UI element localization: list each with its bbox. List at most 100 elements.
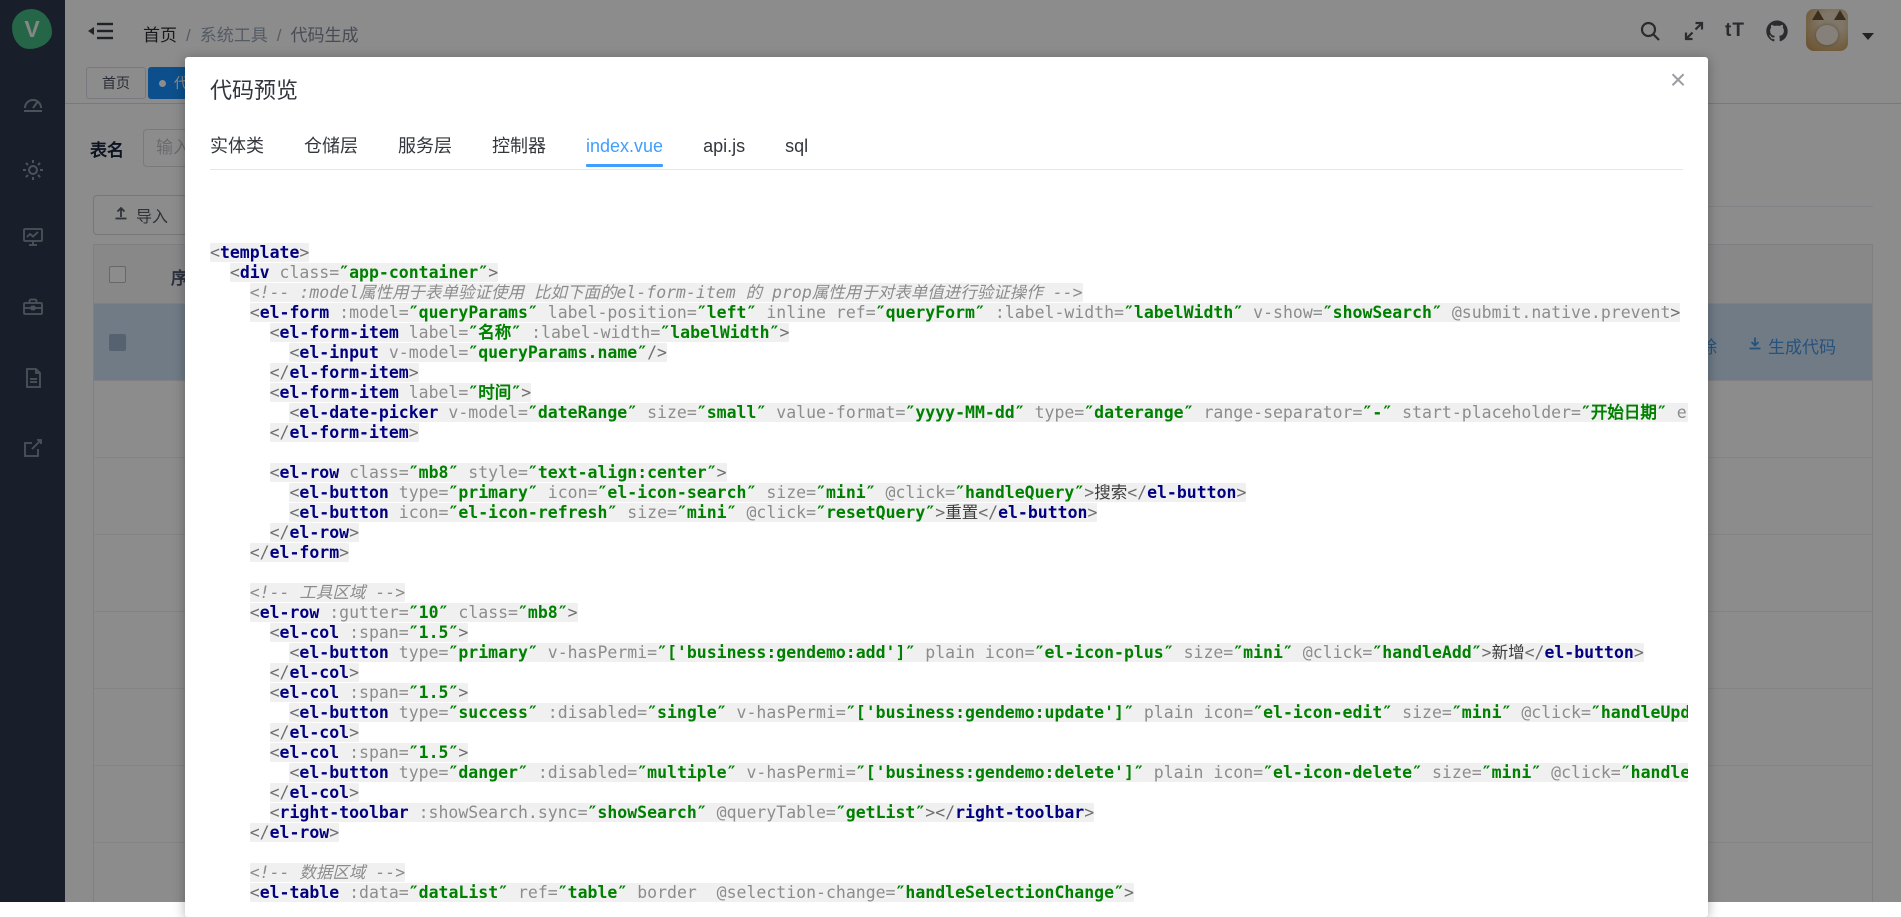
code-line: </el-form> — [210, 543, 1688, 563]
code-token-val: ″getList″ — [836, 803, 925, 822]
code-line: <el-table :data=″dataList″ ref=″table″ b… — [210, 883, 1688, 903]
code-token-attr: :disabled= — [528, 763, 637, 782]
code-token-p: < — [289, 763, 299, 782]
code-token-attr: @click= — [1293, 643, 1372, 662]
code-token-val: ″table″ — [558, 883, 628, 902]
code-token-tag: el-col — [280, 623, 340, 642]
code-token-attr: plain icon= — [1134, 703, 1253, 722]
code-token-p: > — [349, 723, 359, 742]
code-token-tag: right-toolbar — [280, 803, 409, 822]
code-token-attr: size= — [1422, 763, 1482, 782]
code-token-p: > — [409, 363, 419, 382]
code-token-tag: el-row — [280, 463, 340, 482]
code-viewer: <template> <div class=″app-container″> <… — [210, 243, 1688, 911]
code-line: </el-col> — [210, 663, 1688, 683]
code-token-p: > — [299, 243, 309, 262]
tab--[interactable]: 控制器 — [492, 129, 546, 169]
code-line-highlight: <!-- 数据区域 --> — [250, 863, 405, 882]
code-token-val: ″single″ — [647, 703, 726, 722]
code-token-attr: type= — [389, 483, 449, 502]
code-token-attr: label-position= — [538, 303, 697, 322]
code-indent — [210, 303, 250, 322]
code-line-highlight: <el-table :data=″dataList″ ref=″table″ b… — [250, 883, 1134, 902]
code-token-val: ″success″ — [448, 703, 537, 722]
code-token-val: ″small″ — [697, 403, 767, 422]
code-token-p: < — [289, 703, 299, 722]
code-line: <el-input v-model=″queryParams.name″/> — [210, 343, 1688, 363]
code-line: </el-form-item> — [210, 363, 1688, 383]
code-indent — [210, 483, 289, 502]
code-token-p: </ — [270, 363, 290, 382]
tab-index-vue[interactable]: index.vue — [586, 129, 663, 169]
code-token-p: </ — [978, 503, 998, 522]
code-token-p: > — [779, 323, 789, 342]
code-token-txt: 重置 — [945, 503, 978, 522]
code-token-p: > — [409, 423, 419, 442]
code-token-tag: right-toolbar — [955, 803, 1084, 822]
code-token-p: > — [1087, 503, 1097, 522]
code-token-attr: size= — [617, 503, 677, 522]
code-token-p: > — [349, 783, 359, 802]
tab-sql[interactable]: sql — [785, 129, 808, 169]
code-token-p: < — [270, 383, 280, 402]
code-token-p: > — [1084, 803, 1094, 822]
tab-api-js[interactable]: api.js — [703, 129, 745, 169]
code-line-highlight: </el-row> — [270, 523, 359, 542]
code-token-attr: class= — [270, 263, 340, 282]
code-token-p: > — [1482, 643, 1492, 662]
code-line: <el-col :span=″1.5″> — [210, 683, 1688, 703]
code-indent — [210, 603, 250, 622]
code-line-highlight: <el-form-item label=″时间″> — [270, 383, 532, 402]
code-line-highlight: <el-button type=″primary″ v-hasPermi=″['… — [289, 643, 1643, 662]
code-token-p: < — [270, 803, 280, 822]
tab--[interactable]: 仓储层 — [304, 129, 358, 169]
code-token-val: ″app-container″ — [339, 263, 488, 282]
code-line-highlight: <el-button type=″danger″ :disabled=″mult… — [289, 763, 1688, 782]
code-token-attr: border @selection-change= — [627, 883, 895, 902]
code-token-attr: @click= — [737, 503, 816, 522]
code-token-val: ″-″ — [1362, 403, 1392, 422]
code-token-p: </ — [250, 823, 270, 842]
code-token-attr: v-show= — [1243, 303, 1322, 322]
code-token-val: ″queryParams.name″ — [468, 343, 647, 362]
code-indent — [210, 403, 289, 422]
code-token-attr: v-model= — [439, 403, 528, 422]
code-indent — [210, 523, 270, 542]
code-line-highlight: </el-form> — [250, 543, 349, 562]
code-indent — [210, 323, 270, 342]
code-token-p: > — [717, 463, 727, 482]
tab--[interactable]: 服务层 — [398, 129, 452, 169]
code-token-txt: 新增 — [1492, 643, 1525, 662]
code-line: <el-date-picker v-model=″dateRange″ size… — [210, 403, 1688, 423]
code-line: <el-form-item label=″名称″ :label-width=″l… — [210, 323, 1688, 343]
code-token-tag: el-col — [280, 743, 340, 762]
code-token-attr: label= — [399, 323, 469, 342]
close-icon[interactable]: × — [1662, 65, 1694, 97]
code-line — [210, 563, 1688, 583]
code-token-val: ″开始日期″ — [1581, 403, 1667, 422]
code-token-p: </ — [1525, 643, 1545, 662]
code-line: <el-button type=″danger″ :disabled=″mult… — [210, 763, 1688, 783]
code-line-highlight: <el-col :span=″1.5″> — [270, 743, 469, 762]
code-token-attr: @submit.native.prevent — [1442, 303, 1670, 322]
code-token-val: ″mb8″ — [409, 463, 459, 482]
code-token-attr: icon= — [389, 503, 449, 522]
code-token-p: > — [488, 263, 498, 282]
code-line-highlight: </el-form-item> — [270, 363, 419, 382]
code-line-highlight: </el-row> — [250, 823, 339, 842]
code-indent — [210, 663, 270, 682]
code-token-p: < — [289, 403, 299, 422]
code-preview-tabs: 实体类仓储层服务层控制器 index.vue api.js sql — [210, 129, 1683, 170]
code-token-p: </ — [270, 663, 290, 682]
code-token-tag: el-col — [280, 683, 340, 702]
code-token-val: ″handleAdd″ — [1372, 643, 1481, 662]
code-indent — [210, 683, 270, 702]
tab--[interactable]: 实体类 — [210, 129, 264, 169]
code-indent — [210, 423, 270, 442]
code-token-attr: :span= — [339, 743, 409, 762]
code-token-val: ″el-icon-search″ — [597, 483, 756, 502]
code-token-attr: ref= — [508, 883, 558, 902]
code-token-attr: class= — [339, 463, 409, 482]
code-line-highlight: <div class=″app-container″> — [230, 263, 498, 282]
code-token-val: ″showSearch″ — [1323, 303, 1442, 322]
